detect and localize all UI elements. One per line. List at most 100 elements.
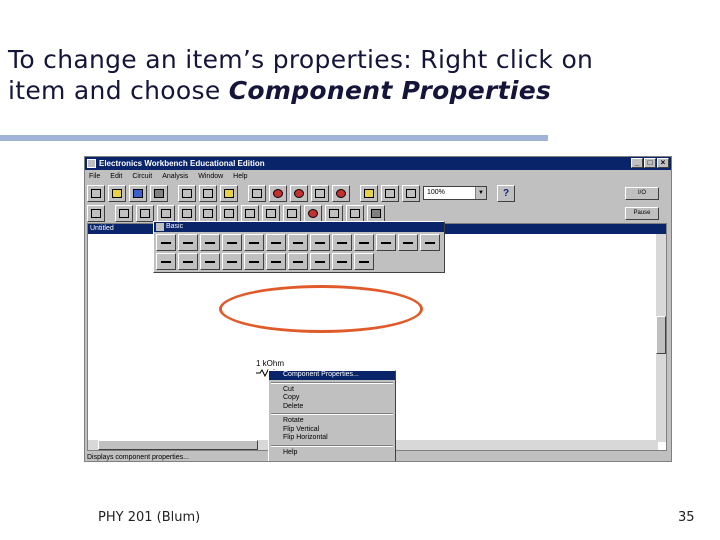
palette-connector-button[interactable] <box>156 234 176 251</box>
menubar: File Edit Circuit Analysis Window Help <box>85 171 671 182</box>
pause-button[interactable]: Pause <box>625 207 659 220</box>
zoom-out-button[interactable] <box>381 184 399 202</box>
inductor-icon <box>227 242 237 244</box>
parts-misc-button[interactable] <box>346 204 364 222</box>
new-file-button[interactable] <box>87 184 105 202</box>
graph-button[interactable] <box>332 184 350 202</box>
palette-switch-button[interactable] <box>288 234 308 251</box>
palette-resistor-pack-button[interactable] <box>178 253 198 270</box>
app-titlebar[interactable]: Electronics Workbench Educational Editio… <box>85 157 671 170</box>
digital-ic-icon <box>245 208 255 218</box>
parts-logic-gates-button[interactable] <box>262 204 280 222</box>
graph-icon <box>336 188 346 198</box>
parts-bin-toolbar <box>87 203 385 223</box>
menu-circuit[interactable]: Circuit <box>132 171 152 182</box>
copy-button[interactable] <box>199 184 217 202</box>
flip-vertical-button[interactable] <box>269 184 287 202</box>
parts-basic-button[interactable] <box>136 204 154 222</box>
menu-item-cut[interactable]: Cut <box>269 386 395 395</box>
parts-digital-ic-button[interactable] <box>241 204 259 222</box>
menu-file[interactable]: File <box>89 171 100 182</box>
menu-item-delete[interactable]: Delete <box>269 403 395 412</box>
palette-inductor-button[interactable] <box>222 234 242 251</box>
palette-close-icon[interactable] <box>156 223 164 231</box>
palette-titlebar[interactable]: Basic <box>154 222 444 232</box>
potentiometer-icon <box>161 261 171 263</box>
resistor-icon <box>183 242 193 244</box>
palette-time-switch-button[interactable] <box>310 234 330 251</box>
parts-favorites-button[interactable] <box>87 204 105 222</box>
menu-item-flip-vertical[interactable]: Flip Vertical <box>269 426 395 435</box>
menu-help[interactable]: Help <box>233 171 247 182</box>
chevron-down-icon[interactable]: ▼ <box>475 187 486 199</box>
palette-transformer-tap-button[interactable] <box>354 253 374 270</box>
mixed-ic-icon <box>224 208 234 218</box>
menu-item-rotate[interactable]: Rotate <box>269 417 395 426</box>
slide-title-line2: item and choose <box>8 76 229 105</box>
menu-item-flip-horizontal[interactable]: Flip Horizontal <box>269 434 395 443</box>
resistor-pack-icon <box>183 261 193 263</box>
palette-potentiometer-button[interactable] <box>156 253 176 270</box>
palette-polar-capacitor-button[interactable] <box>398 234 418 251</box>
palette-coreless-coil-button[interactable] <box>266 253 286 270</box>
open-file-button[interactable] <box>108 184 126 202</box>
palette-capacitor-button[interactable] <box>200 234 220 251</box>
zoom-in-button[interactable] <box>402 184 420 202</box>
palette-variable-capacitor-button[interactable] <box>222 253 242 270</box>
menu-item-copy[interactable]: Copy <box>269 394 395 403</box>
save-button[interactable] <box>129 184 147 202</box>
help-button[interactable]: ? <box>497 184 515 202</box>
menu-analysis[interactable]: Analysis <box>162 171 188 182</box>
palette-magnetic-core-button[interactable] <box>288 253 308 270</box>
parts-controls-button[interactable] <box>325 204 343 222</box>
parts-instruments-button[interactable] <box>367 204 385 222</box>
menu-edit[interactable]: Edit <box>110 171 122 182</box>
palette-variable-resistor-button[interactable] <box>420 234 440 251</box>
parts-sources-button[interactable] <box>115 204 133 222</box>
main-toolbar: 100% ▼ ? <box>87 183 515 203</box>
rotate-button[interactable] <box>248 184 266 202</box>
palette-nonlinear-transformer-button[interactable] <box>310 253 330 270</box>
parts-digital-button[interactable] <box>283 204 301 222</box>
palette-current-switch-button[interactable] <box>376 234 396 251</box>
app-window: Electronics Workbench Educational Editio… <box>84 156 672 462</box>
zoom-select[interactable]: 100% ▼ <box>423 186 487 200</box>
resistor-icon <box>140 208 150 218</box>
paste-button[interactable] <box>220 184 238 202</box>
parts-diodes-button[interactable] <box>157 204 175 222</box>
horizontal-scroll-thumb[interactable] <box>98 440 258 450</box>
parts-mixed-ic-button[interactable] <box>220 204 238 222</box>
minimize-button[interactable]: _ <box>631 158 643 168</box>
variable-inductor-icon <box>249 261 259 263</box>
battery-icon <box>119 208 129 218</box>
io-switch-button[interactable]: I/O <box>625 187 659 200</box>
vertical-scroll-thumb[interactable] <box>656 316 666 354</box>
palette-resistor-button[interactable] <box>178 234 198 251</box>
maximize-button[interactable]: □ <box>644 158 656 168</box>
component-properties-button[interactable] <box>360 184 378 202</box>
parts-transistors-button[interactable] <box>178 204 196 222</box>
palette-variable-inductor-button[interactable] <box>244 253 264 270</box>
parts-indicators-button[interactable] <box>304 204 322 222</box>
menu-item-component-properties[interactable]: Component Properties... <box>269 371 395 380</box>
print-button[interactable] <box>150 184 168 202</box>
favorites-icon <box>91 208 101 218</box>
menu-window[interactable]: Window <box>198 171 223 182</box>
palette-voltage-switch-button[interactable] <box>354 234 374 251</box>
menu-separator <box>271 444 393 447</box>
palette-crystal-button[interactable] <box>332 253 352 270</box>
current-switch-icon <box>381 242 391 244</box>
subcircuit-button[interactable] <box>311 184 329 202</box>
palette-transformer-button[interactable] <box>244 234 264 251</box>
flip-horizontal-button[interactable] <box>290 184 308 202</box>
voltage-switch-icon <box>359 242 369 244</box>
subcircuit-icon <box>315 188 325 198</box>
close-button[interactable]: × <box>657 158 669 168</box>
vertical-scrollbar[interactable] <box>656 234 666 442</box>
palette-pressure-switch-button[interactable] <box>332 234 352 251</box>
parts-analog-ic-button[interactable] <box>199 204 217 222</box>
cut-button[interactable] <box>178 184 196 202</box>
copy-icon <box>203 188 213 198</box>
palette-voltage-controlled-switch-button[interactable] <box>200 253 220 270</box>
palette-relay-button[interactable] <box>266 234 286 251</box>
